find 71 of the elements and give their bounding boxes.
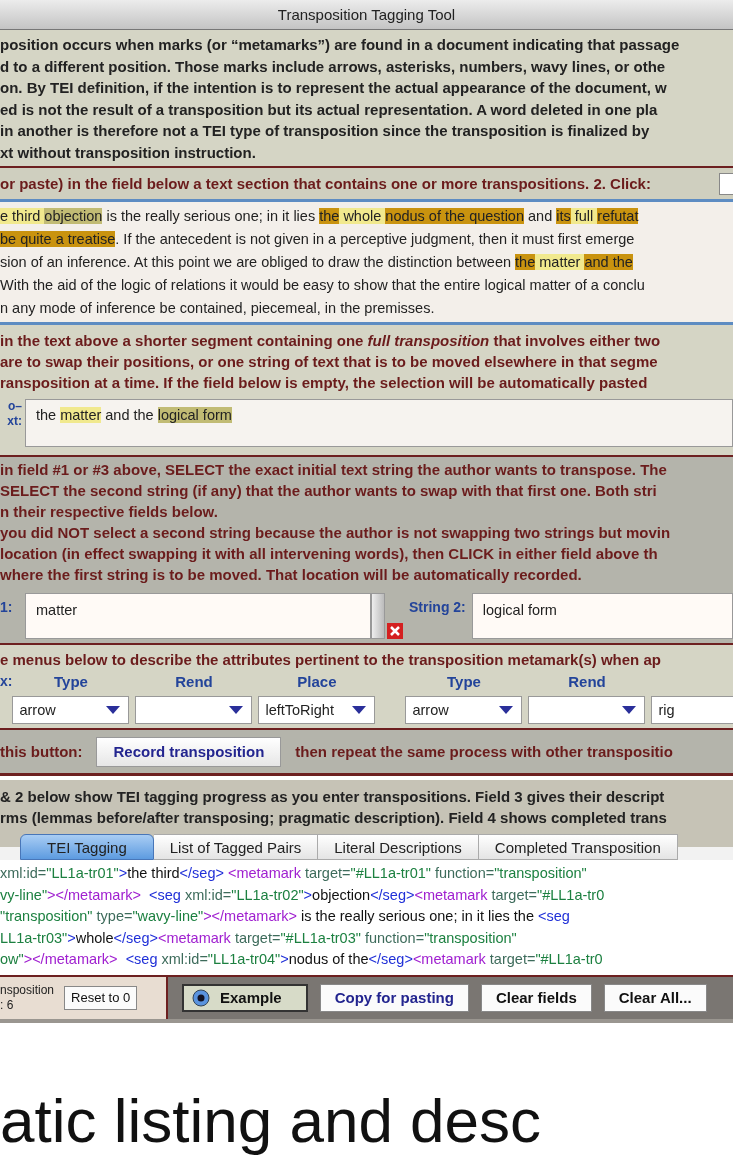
text-line: be quite a treatise. If the antecedent is not given in a perceptive judgment, then it must first emerge <box>0 230 635 249</box>
column-header: Type <box>447 673 481 692</box>
action-button[interactable]: Copy for pasting <box>319 983 469 1012</box>
scrollbar[interactable] <box>371 593 385 639</box>
dropdown[interactable] <box>135 696 253 724</box>
text-line: With the aid of the logic of relations it would be easy to show that the entire logical matter of a conclu <box>0 276 645 295</box>
column-header: Rend <box>568 673 606 692</box>
code-line: "transposition" type="wavy-line"></metamark> is the really serious one; in it lies the <seg <box>0 907 570 926</box>
column-header: Type <box>54 673 88 692</box>
code-line: ow"></metamark> <seg xml:id="LL1a-tr04">nodus of the</seg><metamark target="#LL1a-tr0 <box>0 950 603 969</box>
instruction-text: in the text above a shorter segment containing one full transposition that involves either two <box>0 331 661 351</box>
instruction-text: n their respective fields below. <box>0 502 218 522</box>
caret-icon <box>499 706 514 714</box>
instruction-text: xt without transposition instruction. <box>0 142 256 163</box>
instruction-text: SELECT the second string (if any) that the author wants to swap with that first one. Both stri <box>0 481 657 501</box>
caret-icon <box>622 706 637 714</box>
field-label: String 2: <box>409 598 466 615</box>
field-label: 1: <box>0 598 14 615</box>
slide-caption: atic listing and desc <box>0 1084 542 1157</box>
instruction-text: rms (lemmas before/after transposing; pragmatic description). Field 4 shows completed trans <box>0 808 667 828</box>
field-label: o– <box>8 399 22 414</box>
counter-label: : 6 <box>0 997 15 1013</box>
instruction-text: position occurs when marks (or “metamarks”) are found in a document indicating that passage <box>0 35 680 55</box>
column-header: Rend <box>175 673 213 692</box>
string-field[interactable]: matter <box>25 593 371 639</box>
counter-label: nsposition <box>0 982 55 998</box>
input-field[interactable] <box>719 172 733 195</box>
instruction-text: on. By TEI definition, if the intention is to represent the actual appearance of the document, w <box>0 78 667 98</box>
tab[interactable]: List of Tagged Pairs <box>153 834 319 860</box>
dropdown[interactable]: leftToRight <box>258 696 376 724</box>
instruction-text: in field #1 or #3 above, SELECT the exact initial text string the author wants to transpose. The <box>0 460 667 480</box>
dropdown[interactable]: rig <box>651 696 733 724</box>
text-line: sion of an inference. At this point we are obliged to draw the distinction between the matter and the <box>0 253 633 272</box>
code-line: vy-line"></metamark> <seg xml:id="LL1a-tr02">objection</seg><metamark target="#LL1a-tr0 <box>0 885 605 905</box>
tab[interactable]: Literal Descriptions <box>318 834 479 860</box>
instruction-text: then repeat the same process with other transpositio <box>295 743 673 760</box>
instruction-text: e menus below to describe the attributes pertinent to the transposition metamark(s) when ap <box>0 650 661 670</box>
dropdown[interactable] <box>528 696 646 724</box>
instruction-text: are to swap their positions, or one string of text that is to be moved elsewhere in that segme <box>0 352 658 372</box>
dropdown[interactable]: arrow <box>405 696 523 724</box>
text-field[interactable]: the matter and the logical form <box>25 399 733 447</box>
tab[interactable]: Completed Transposition <box>478 834 678 860</box>
instruction-text: ransposition at a time. If the field below is empty, the selection will be automatically pasted <box>0 373 648 393</box>
close-icon[interactable] <box>387 623 403 639</box>
field-label: xt: <box>7 414 22 429</box>
instruction-text: location (in effect swapping it with all intervening words), then CLICK in either field above th <box>0 544 658 564</box>
instruction-text: where the first string is to be moved. That location will be automatically recorded. <box>0 565 582 585</box>
caret-icon <box>229 706 244 714</box>
instruction-text: ed is not the result of a transposition but its actual representation. A word deleted in one pla <box>0 99 658 120</box>
instruction-text: & 2 below show TEI tagging progress as you enter transpositions. Field 3 gives their descript <box>0 787 665 807</box>
dropdown[interactable]: arrow <box>12 696 130 724</box>
action-button[interactable]: Clear fields <box>480 983 592 1012</box>
example-toggle[interactable]: Example <box>182 983 308 1012</box>
reset-button[interactable]: Reset to 0 <box>64 985 138 1010</box>
record-button[interactable]: Record transposition <box>96 736 282 767</box>
tab[interactable]: TEI Tagging <box>20 834 154 860</box>
instruction-text: in another is therefore not a TEI type of transposition since the transposition is finalized by <box>0 121 650 141</box>
action-button[interactable]: Clear All... <box>603 983 707 1012</box>
caret-icon <box>106 706 121 714</box>
code-line: LL1a-tr03">whole</seg><metamark target="#LL1a-tr03" function="transposition" <box>0 928 517 948</box>
string-field[interactable]: logical form <box>471 593 733 639</box>
instruction-text: you did NOT select a second string because the author is not swapping two strings but movin <box>0 523 671 543</box>
instruction-text: this button: <box>0 743 83 760</box>
column-header: Place <box>297 673 337 692</box>
instruction-text: d to a different position. Those marks include arrows, asterisks, numbers, wavy lines, or othe <box>0 56 666 77</box>
field-label: x: <box>0 673 13 689</box>
code-line: xml:id="LL1a-tr01">the third</seg> <metamark target="#LL1a-tr01" function="transposition" <box>0 864 587 883</box>
caret-icon <box>352 706 367 714</box>
window-title: Transposition Tagging Tool <box>277 6 456 23</box>
instruction-text: or paste) in the field below a text section that contains one or more transpositions. 2. Click: <box>0 175 651 192</box>
text-line: n any mode of inference be contained, piecemeal, in the premisses. <box>0 299 435 318</box>
